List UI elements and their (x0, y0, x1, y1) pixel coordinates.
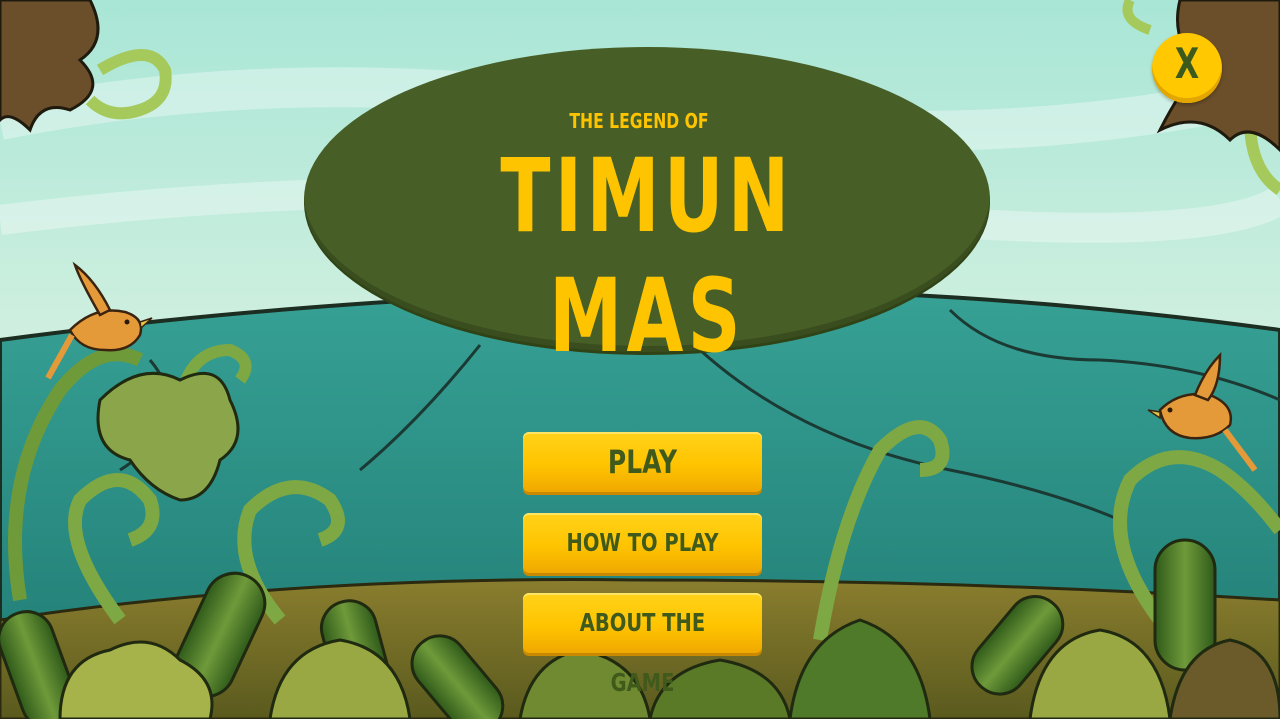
about-the-game-button-label: ABOUT THE GAME (579, 608, 706, 697)
play-button[interactable]: PLAY (523, 432, 762, 492)
title-banner: THE LEGEND OF TIMUN MAS (304, 47, 990, 376)
how-to-play-button[interactable]: HOW TO PLAY (523, 513, 762, 573)
close-button[interactable]: X (1152, 33, 1222, 103)
play-button-label: PLAY (607, 443, 678, 481)
how-to-play-button-label: HOW TO PLAY (566, 528, 719, 557)
title-prefix: THE LEGEND OF (569, 109, 709, 133)
close-icon: X (1174, 39, 1200, 88)
about-the-game-button[interactable]: ABOUT THE GAME (523, 593, 762, 697)
main-menu-screen: THE LEGEND OF TIMUN MAS X PLAY HOW TO PL… (0, 0, 1280, 719)
game-title: TIMUN MAS (500, 137, 794, 376)
